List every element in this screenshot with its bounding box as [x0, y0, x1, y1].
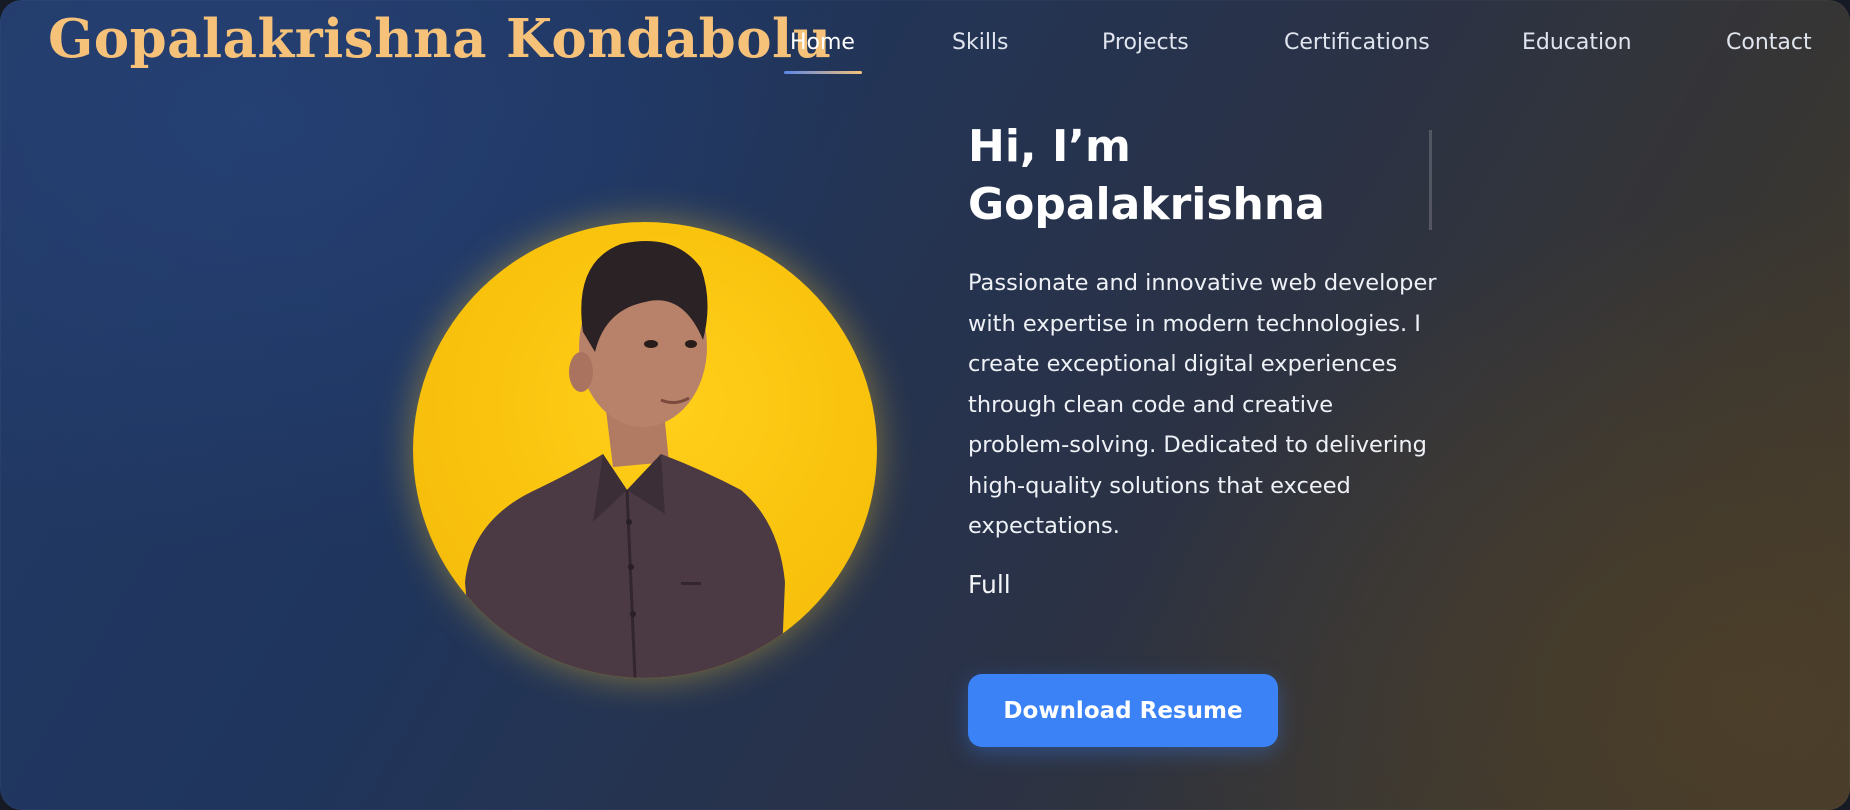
nav-skills[interactable]: Skills	[952, 30, 1009, 55]
active-nav-indicator	[784, 71, 862, 74]
nav-education[interactable]: Education	[1522, 30, 1632, 55]
profile-photo-icon	[465, 241, 785, 678]
greeting-line-1: Hi, I’m	[968, 121, 1131, 172]
hero-description: Passionate and innovative web developer …	[968, 270, 1437, 539]
hero-greeting: Hi, I’m Gopalakrishna	[968, 118, 1438, 234]
download-resume-button[interactable]: Download Resume	[968, 674, 1278, 747]
nav-projects[interactable]: Projects	[1102, 30, 1189, 55]
page-frame: Gopalakrishna Kondabolu Home Skills Proj…	[0, 0, 1850, 810]
nav-contact[interactable]: Contact	[1726, 30, 1812, 55]
nav-home[interactable]: Home	[790, 30, 855, 55]
typing-cursor	[1429, 130, 1432, 230]
nav-certifications[interactable]: Certifications	[1284, 30, 1430, 55]
profile-avatar	[413, 222, 877, 678]
site-logo-text[interactable]: Gopalakrishna Kondabolu	[48, 8, 832, 70]
typed-role-text: Full	[968, 570, 1011, 599]
greeting-name: Gopalakrishna	[968, 179, 1325, 230]
